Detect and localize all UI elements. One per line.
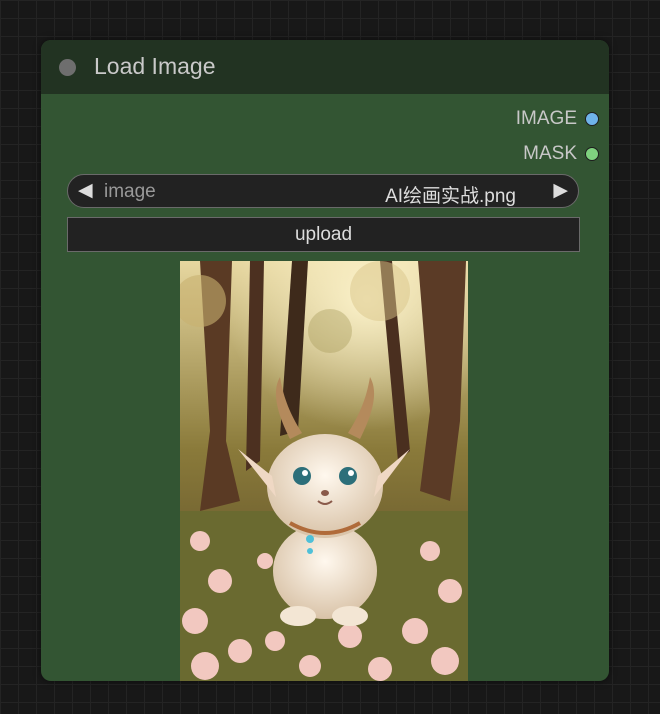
combo-label: image — [104, 181, 156, 202]
combo-prev-arrow[interactable]: ◀ — [78, 179, 93, 203]
node-header[interactable]: Load Image — [41, 40, 609, 94]
load-image-node[interactable]: Load Image IMAGE MASK ◀ image AI绘画实战.png… — [41, 40, 609, 681]
image-combo-widget[interactable]: ◀ image AI绘画实战.png ▶ — [67, 174, 579, 208]
output-mask-slot[interactable] — [585, 147, 599, 161]
output-mask-label: MASK — [523, 143, 577, 164]
upload-button[interactable]: upload — [67, 217, 580, 252]
image-preview — [180, 261, 468, 681]
output-image-label: IMAGE — [515, 108, 577, 129]
output-mask[interactable]: MASK — [523, 142, 599, 166]
combo-next-arrow[interactable]: ▶ — [553, 179, 568, 203]
output-image[interactable]: IMAGE — [516, 107, 599, 131]
node-title: Load Image — [94, 53, 216, 79]
combo-value[interactable]: AI绘画实战.png — [385, 181, 516, 208]
preview-illustration — [180, 261, 468, 681]
output-image-slot[interactable] — [585, 112, 599, 126]
node-status-dot[interactable] — [59, 59, 76, 76]
